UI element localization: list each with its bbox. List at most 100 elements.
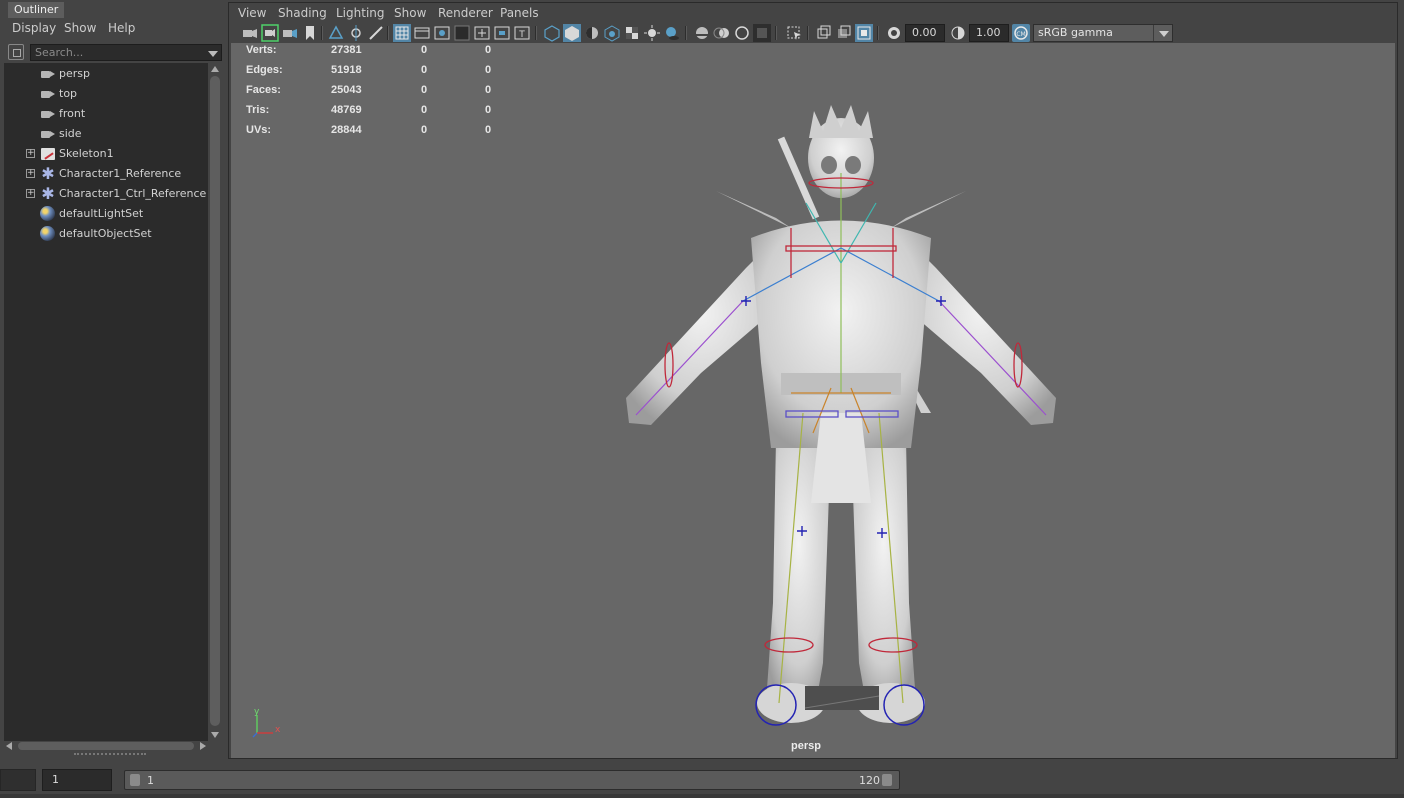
safe-title-icon[interactable]: T [513,24,531,42]
gamma-icon[interactable] [949,24,967,42]
toolbar-separator [807,26,809,40]
image-plane-icon[interactable] [327,24,345,42]
xray-active-components-icon[interactable] [835,24,853,42]
safe-action-icon[interactable] [493,24,511,42]
scroll-thumb[interactable] [18,742,194,750]
axis-y-label: y [254,707,260,717]
menu-renderer[interactable]: Renderer [438,6,493,20]
outliner-tab[interactable]: Outliner [8,2,65,18]
tree-item-default-object-set[interactable]: defaultObjectSet [4,224,208,244]
camera-icon [40,106,56,122]
smooth-shade-icon[interactable] [563,24,581,42]
resolution-gate-icon[interactable] [433,24,451,42]
tree-item-label: side [59,127,82,140]
menu-show[interactable]: Show [394,6,426,20]
camera-icon [40,66,56,82]
grid-icon[interactable] [393,24,411,42]
armored-character-model[interactable] [231,43,1395,758]
wireframe-icon[interactable] [543,24,561,42]
search-input[interactable] [30,44,222,61]
tree-item-label: Skeleton1 [59,147,114,160]
scroll-right-arrow-icon[interactable] [200,742,206,750]
time-slider-handle[interactable] [0,769,36,791]
panel-resize-handle[interactable] [74,753,146,755]
outliner-tree[interactable]: persp top front side + Skeleton1 + ✱ Cha… [4,63,208,741]
animation-start-field[interactable]: 1 [42,769,112,791]
viewport-panel: View Shading Lighting Show Renderer Pane… [228,2,1398,759]
bookmark-icon[interactable] [301,24,319,42]
xray-icon[interactable] [815,24,833,42]
tree-item-default-light-set[interactable]: defaultLightSet [4,204,208,224]
tree-item-top[interactable]: top [4,84,208,104]
menu-panels[interactable]: Panels [500,6,539,20]
menu-shading[interactable]: Shading [278,6,327,20]
outliner-horizontal-scrollbar[interactable] [6,740,206,752]
scroll-left-arrow-icon[interactable] [6,742,12,750]
set-icon [40,206,55,221]
tree-item-skeleton1[interactable]: + Skeleton1 [4,144,208,164]
filter-icon[interactable] [8,44,24,60]
viewport-toolbar: T 0.00 1.00 CM sRGB gamma [229,23,1397,43]
camera-attributes-icon[interactable] [261,24,279,42]
menu-show[interactable]: Show [64,21,96,35]
tree-item-side[interactable]: side [4,124,208,144]
ambient-occlusion-icon[interactable] [693,24,711,42]
view-transform-dropdown[interactable]: sRGB gamma [1033,24,1173,42]
isolate-select-icon[interactable] [785,24,803,42]
gate-mask-icon[interactable] [453,24,471,42]
svg-text:T: T [518,30,525,40]
tree-item-persp[interactable]: persp [4,64,208,84]
shadows-icon[interactable] [663,24,681,42]
view-transform-value: sRGB gamma [1038,26,1113,39]
scroll-down-arrow-icon[interactable] [211,732,219,738]
motion-blur-icon[interactable] [713,24,731,42]
tree-item-character1-ctrl-reference[interactable]: + ✱ Character1_Ctrl_Reference [4,184,208,204]
anti-aliasing-icon[interactable] [733,24,751,42]
menu-lighting[interactable]: Lighting [336,6,385,20]
tree-item-label: Character1_Reference [59,167,182,180]
camera-icon [40,86,56,102]
outliner-menubar: Display Show Help [0,18,224,38]
3d-viewport[interactable]: Verts: 27381 0 0 Edges: 51918 0 0 Faces:… [231,43,1395,758]
range-end-handle[interactable] [882,774,892,786]
outliner-vertical-scrollbar[interactable] [210,66,220,738]
axis-x-label: x [275,725,281,735]
dropdown-divider [1153,25,1154,41]
expand-plus-icon[interactable]: + [26,189,35,198]
menu-display[interactable]: Display [12,21,56,35]
color-management-toggle-icon[interactable]: CM [1012,24,1030,42]
expand-plus-icon[interactable]: + [26,169,35,178]
textured-icon[interactable] [623,24,641,42]
range-slider[interactable]: 1 120 [124,770,900,790]
gamma-field[interactable]: 1.00 [969,24,1009,42]
search-options-chevron-icon[interactable] [208,51,218,57]
tree-item-character1-reference[interactable]: + ✱ Character1_Reference [4,164,208,184]
viewport-menubar: View Shading Lighting Show Renderer Pane… [229,3,1397,23]
menu-view[interactable]: View [238,6,266,20]
tree-item-front[interactable]: front [4,104,208,124]
depth-of-field-icon[interactable] [753,24,771,42]
bookmark-camera-icon[interactable] [281,24,299,42]
range-start-handle[interactable] [130,774,140,786]
scroll-up-arrow-icon[interactable] [211,66,219,72]
2d-pan-zoom-icon[interactable] [347,24,365,42]
use-all-lights-icon[interactable] [643,24,661,42]
film-gate-icon[interactable] [413,24,431,42]
use-default-material-icon[interactable] [583,24,601,42]
range-end-value: 120 [859,774,880,787]
exposure-icon[interactable] [885,24,903,42]
toolbar-separator [321,26,323,40]
tree-item-label: top [59,87,78,100]
skeleton-icon [41,148,55,160]
expand-plus-icon[interactable]: + [26,149,35,158]
grease-pencil-icon[interactable] [367,24,385,42]
xray-joints-icon[interactable] [855,24,873,42]
tree-item-label: Character1_Ctrl_Reference [59,187,207,200]
menu-help[interactable]: Help [108,21,135,35]
exposure-field[interactable]: 0.00 [905,24,945,42]
scroll-thumb[interactable] [210,76,220,726]
select-camera-icon[interactable] [241,24,259,42]
wireframe-on-shaded-icon[interactable] [603,24,621,42]
field-chart-icon[interactable] [473,24,491,42]
tree-item-label: front [59,107,86,120]
